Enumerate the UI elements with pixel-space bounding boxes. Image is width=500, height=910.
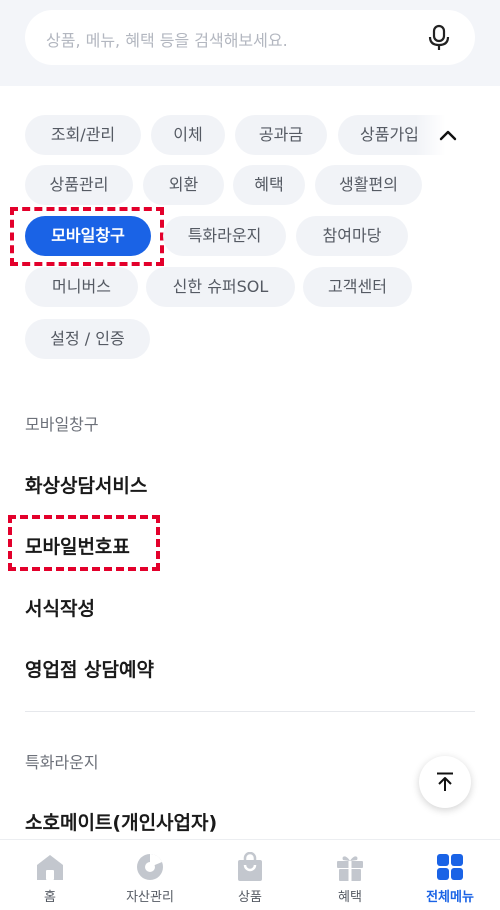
grid-menu-icon [437, 854, 463, 880]
chip-transfer[interactable]: 이체 [151, 115, 225, 155]
nav-benefits[interactable]: 혜택 [300, 840, 400, 910]
home-icon [37, 855, 63, 880]
nav-home[interactable]: 홈 [0, 840, 100, 910]
chip-utility-bills[interactable]: 공과금 [235, 115, 327, 155]
search-placeholder: 상품, 메뉴, 혜택 등을 검색해보세요. [46, 31, 288, 50]
nav-asset-management[interactable]: 자산관리 [100, 840, 200, 910]
chevron-up-icon [439, 130, 457, 141]
bottom-navigation: 홈 자산관리 상품 혜택 전체메뉴 [0, 839, 500, 910]
shopping-bag-icon [238, 852, 262, 881]
arrow-up-to-line-icon [437, 772, 453, 791]
pie-chart-icon [137, 854, 163, 880]
chip-customer-center[interactable]: 고객센터 [303, 267, 412, 307]
highlight-box-chip [10, 207, 164, 266]
nav-products[interactable]: 상품 [200, 840, 300, 910]
nav-home-label: 홈 [44, 890, 56, 905]
nav-benefits-label: 혜택 [338, 890, 362, 905]
nav-all-menu-label: 전체메뉴 [426, 890, 474, 905]
chip-shinhan-super-sol[interactable]: 신한 슈퍼SOL [146, 267, 295, 307]
chip-settings-auth[interactable]: 설정 / 인증 [25, 319, 150, 359]
chip-benefits[interactable]: 혜택 [233, 165, 305, 205]
chip-special-lounge[interactable]: 특화라운지 [163, 216, 286, 256]
nav-all-menu[interactable]: 전체메뉴 [400, 840, 500, 910]
gift-icon [337, 856, 363, 881]
microphone-icon[interactable] [427, 24, 451, 52]
section-divider [25, 711, 475, 712]
section-title-special-lounge: 특화라운지 [25, 753, 99, 772]
scroll-to-top-button[interactable] [419, 756, 471, 808]
collapse-chips-button[interactable] [430, 117, 466, 153]
menu-item-video-consultation[interactable]: 화상상담서비스 [25, 471, 147, 498]
search-header: 상품, 메뉴, 혜택 등을 검색해보세요. [0, 0, 500, 86]
menu-item-soho-mate[interactable]: 소호메이트(개인사업자) [25, 808, 217, 835]
search-input[interactable]: 상품, 메뉴, 혜택 등을 검색해보세요. [25, 10, 475, 65]
highlight-box-menu-item [8, 515, 160, 571]
chip-foreign-exchange[interactable]: 외환 [143, 165, 224, 205]
chip-moneyverse[interactable]: 머니버스 [25, 267, 138, 307]
nav-asset-label: 자산관리 [126, 890, 174, 905]
category-chips: 조회/관리 이체 공과금 상품가입 상품관리 외환 혜택 생활편의 모바일창구 … [0, 86, 500, 376]
menu-item-form-writing[interactable]: 서식작성 [25, 594, 95, 621]
chip-life-convenience[interactable]: 생활편의 [315, 165, 422, 205]
chip-participation[interactable]: 참여마당 [296, 216, 408, 256]
menu-item-branch-reservation[interactable]: 영업점 상담예약 [25, 655, 154, 682]
chip-product-management[interactable]: 상품관리 [25, 165, 133, 205]
chip-inquiry[interactable]: 조회/관리 [25, 115, 141, 155]
section-title-mobile-counter: 모바일창구 [25, 415, 99, 434]
nav-products-label: 상품 [238, 890, 262, 905]
